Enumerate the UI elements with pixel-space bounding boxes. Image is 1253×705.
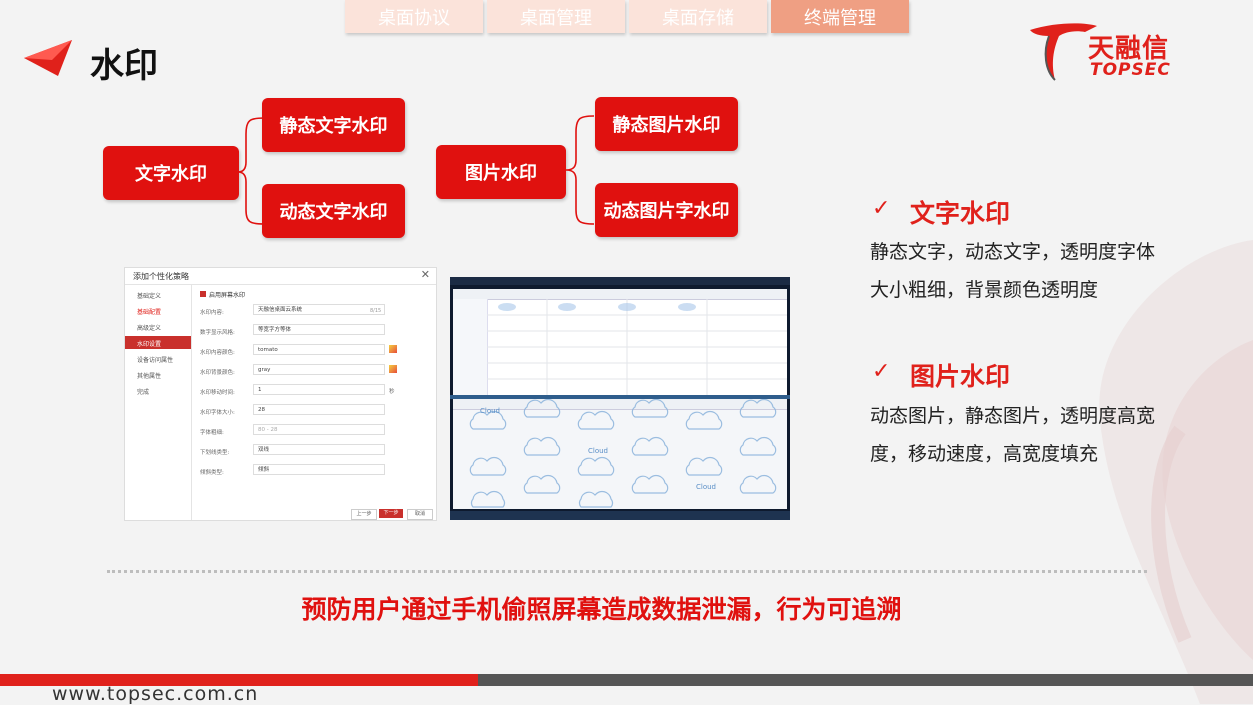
desktop-window-top [453,289,787,395]
tab-desktop-storage[interactable]: 桌面存储 [629,0,767,33]
move-time-input[interactable]: 1 [253,384,385,395]
image-watermark-brace [565,115,595,225]
watermark-text: Cloud [480,407,500,415]
dynamic-text-watermark-box: 动态文字水印 [262,184,405,238]
dialog-nav: 基础定义 基础配置 高级定义 水印设置 设备访问属性 其他属性 完成 [125,285,192,520]
footer-bar-gray [478,674,1253,686]
italic-type-select[interactable]: 倾斜 [253,464,385,475]
cancel-button[interactable]: 取消 [407,509,433,520]
text-watermark-description: 静态文字，动态文字，透明度字体大小粗细，背景颜色透明度 [870,241,1156,301]
tab-desktop-management[interactable]: 桌面管理 [487,0,625,33]
watermark-text: Cloud [696,483,716,491]
font-weight-input[interactable]: 80 - 28 [253,424,385,435]
taskbar [450,511,790,520]
watermark-text: Cloud [588,447,608,455]
prev-step-button[interactable]: 上一步 [351,509,377,520]
watermarked-desktop-screenshot: Cloud Cloud Cloud [450,277,790,520]
field-label: 水印背景颜色: [200,370,235,376]
color-picker-icon[interactable] [389,345,397,353]
page-title: 水印 [90,46,158,86]
dynamic-image-watermark-box: 动态图片字水印 [595,183,738,237]
tab-desktop-protocol[interactable]: 桌面协议 [345,0,483,33]
dialog-nav-item[interactable]: 设备访问属性 [137,355,173,364]
field-label: 水印内容: [200,310,224,316]
char-count: 8/15 [370,308,382,314]
logo-english-name: TOPSEC [1090,60,1171,80]
field-label: 水印移动时间: [200,390,235,396]
tab-terminal-management[interactable]: 终端管理 [771,0,909,33]
seconds-unit: 秒 [389,389,395,395]
static-text-watermark-box: 静态文字水印 [262,98,405,152]
dialog-nav-item[interactable]: 其他属性 [137,371,161,380]
static-image-watermark-box: 静态图片水印 [595,97,738,151]
field-label: 字体粗细: [200,430,224,436]
font-size-select[interactable]: 28 [253,404,385,415]
desktop-window-bottom: Cloud Cloud Cloud [453,399,787,509]
dotted-divider [107,570,1147,573]
next-step-button[interactable]: 下一步 [379,509,403,518]
top-tabs: 桌面协议 桌面管理 桌面存储 终端管理 [345,0,909,33]
check-icon: ✓ [872,196,891,221]
image-watermark-box: 图片水印 [436,145,566,199]
watermark-policy-dialog-screenshot: 添加个性化策略 ✕ 基础定义 基础配置 高级定义 水印设置 设备访问属性 其他属… [124,267,437,521]
slogan: 预防用户通过手机偷照屏幕造成数据泄漏，行为可追溯 [301,595,902,624]
dialog-nav-item[interactable]: 基础定义 [137,291,161,300]
dialog-nav-item-active[interactable]: 水印设置 [137,339,161,348]
content-color-input[interactable]: tomato [253,344,385,355]
dialog-title: 添加个性化策略 [133,272,189,281]
watermark-content-input[interactable]: 天融信桌面云系统 [253,304,385,315]
image-watermark-heading: 图片水印 [910,362,1011,391]
dialog-nav-item[interactable]: 高级定义 [137,323,161,332]
underline-type-select[interactable]: 双线 [253,444,385,455]
image-watermark-description: 动态图片，静态图片，透明度高宽度，移动速度，高宽度填充 [870,405,1156,465]
enable-watermark-checkbox[interactable] [200,291,206,297]
field-label: 下划线类型: [200,450,230,456]
enable-watermark-label: 启用屏幕水印 [209,292,246,299]
title-arrow-icon [24,40,72,76]
footer-url[interactable]: www.topsec.com.cn [52,683,258,705]
field-label: 数字显示风格: [200,330,235,336]
background-color-input[interactable]: gray [253,364,385,375]
window-grid [487,299,787,395]
field-label: 水印内容颜色: [200,350,235,356]
font-style-select[interactable]: 等宽字方等体 [253,324,385,335]
dialog-nav-item[interactable]: 基础配置 [137,307,161,316]
cloud-watermark-pattern [469,399,777,508]
field-label: 倾斜类型: [200,470,224,476]
color-picker-icon[interactable] [389,365,397,373]
dialog-close-icon[interactable]: ✕ [421,268,430,281]
check-icon: ✓ [872,359,891,384]
text-watermark-box: 文字水印 [103,146,239,200]
text-watermark-heading: 文字水印 [910,199,1011,228]
field-label: 水印字体大小: [200,410,235,416]
dialog-nav-item[interactable]: 完成 [137,387,149,396]
